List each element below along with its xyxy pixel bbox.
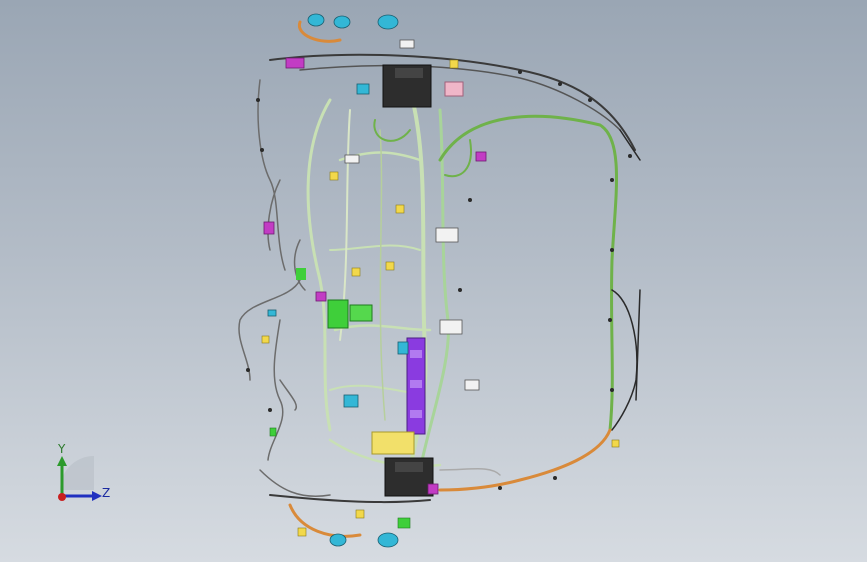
3d-viewport[interactable]: Y Z	[0, 0, 867, 562]
purple-connector-block[interactable]	[406, 337, 426, 435]
yellow-fuse-box[interactable]	[371, 431, 415, 455]
pink-connector[interactable]	[444, 81, 464, 97]
green-connector-block[interactable]	[296, 268, 373, 329]
left-branch-wires	[238, 79, 331, 497]
control-module-bottom[interactable]	[384, 457, 434, 497]
control-module-top[interactable]	[382, 64, 432, 108]
main-trunk-wires	[306, 88, 450, 472]
orange-arc-wire	[288, 20, 612, 538]
triad-y-label: Y	[58, 442, 66, 456]
wire-harness-model[interactable]	[0, 0, 867, 562]
triad-z-label: Z	[102, 486, 111, 500]
orientation-triad	[57, 456, 102, 501]
